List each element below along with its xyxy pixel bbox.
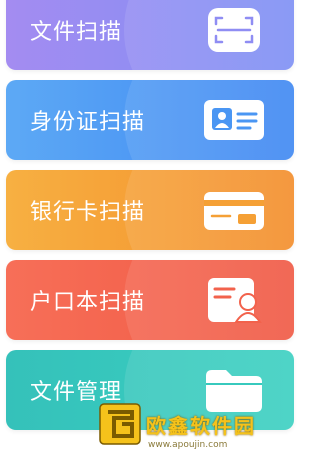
id-card-scan-label: 身份证扫描 xyxy=(30,110,146,135)
bank-card-icon xyxy=(204,192,264,230)
household-register-icon xyxy=(208,278,262,323)
document-scan-card[interactable]: 文件扫描 xyxy=(6,0,294,70)
bank-card-scan-label: 银行卡扫描 xyxy=(30,200,146,225)
bank-card-scan-card[interactable]: 银行卡扫描 xyxy=(6,170,294,250)
file-management-label: 文件管理 xyxy=(30,380,123,405)
id-card-icon xyxy=(204,100,264,140)
watermark-logo-icon xyxy=(99,403,141,445)
id-card-scan-card[interactable]: 身份证扫描 xyxy=(6,80,294,160)
household-register-scan-label: 户口本扫描 xyxy=(30,290,146,315)
household-register-scan-card[interactable]: 户口本扫描 xyxy=(6,260,294,340)
folder-icon xyxy=(206,370,262,412)
watermark-url: www.apoujin.com xyxy=(148,440,228,450)
document-scan-label: 文件扫描 xyxy=(30,20,123,45)
scan-frame-icon xyxy=(208,8,260,52)
